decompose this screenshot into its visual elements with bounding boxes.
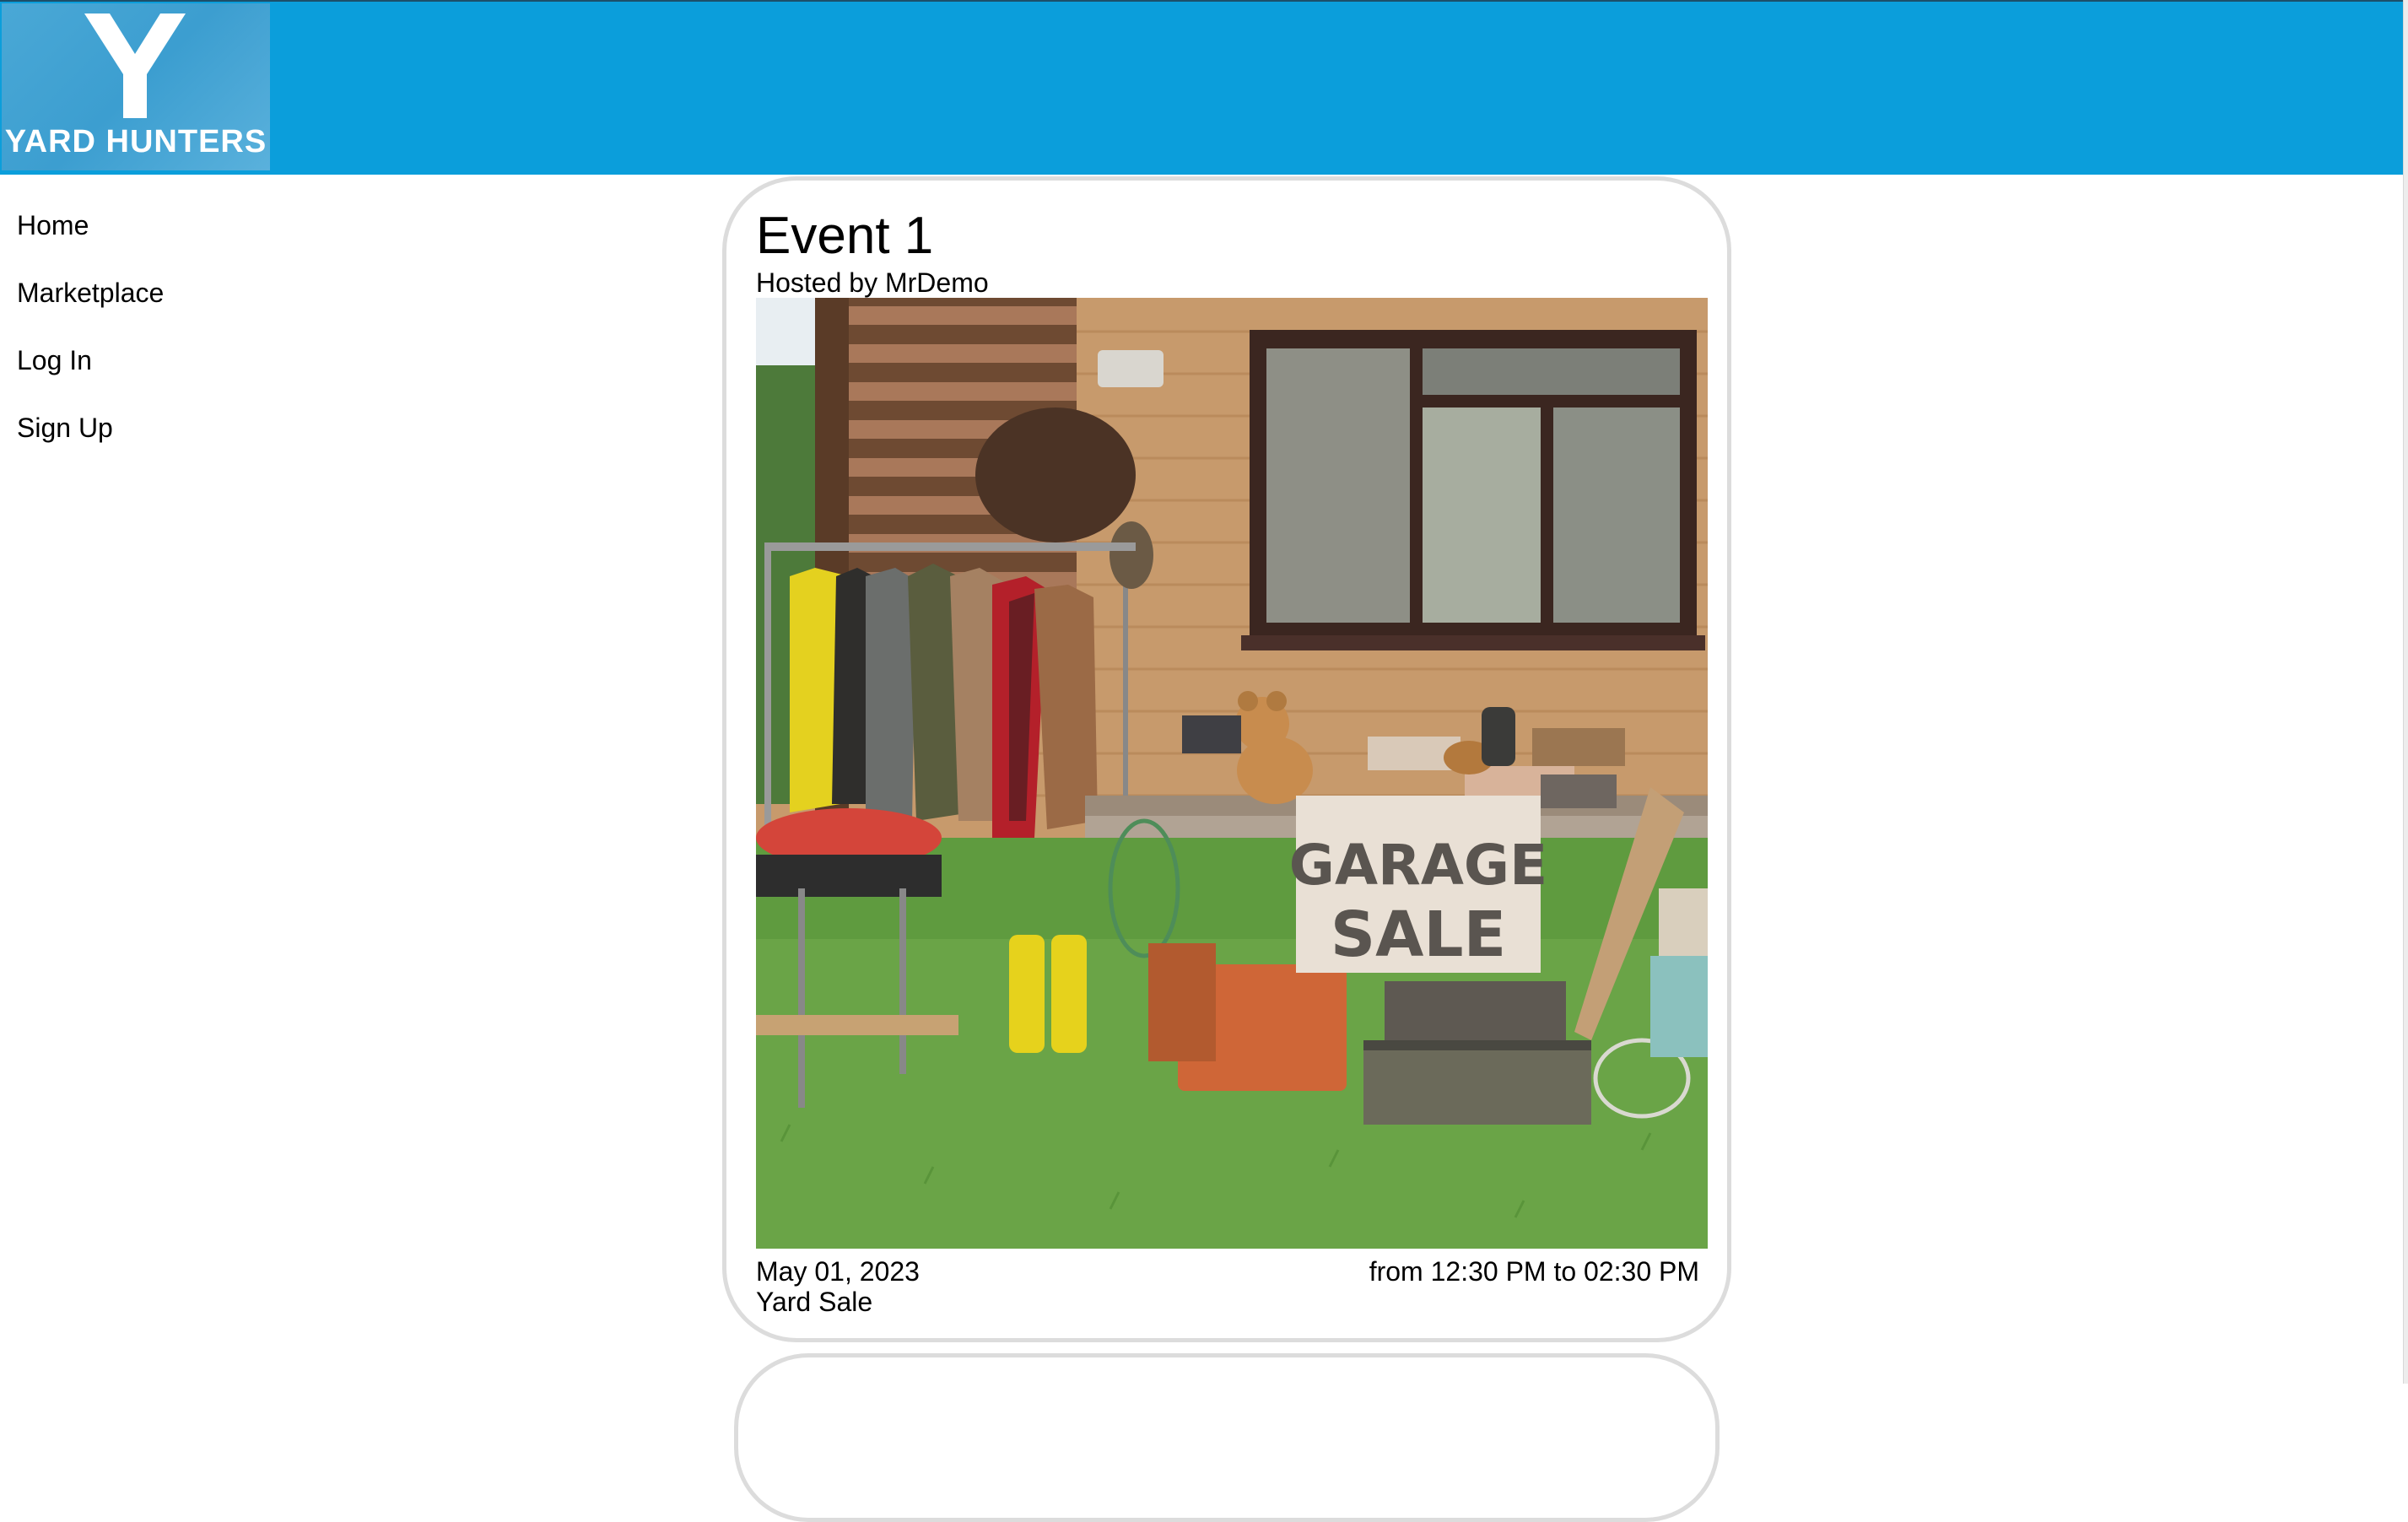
y-logo-icon [84,13,186,118]
event-photo: GARAGE SALE [756,298,1708,1249]
nav-marketplace-link[interactable]: Marketplace [0,259,321,327]
nav-signup-link[interactable]: Sign Up [0,394,321,461]
event-host: Hosted by MrDemo [756,267,989,298]
yard-hunters-logo[interactable]: YARD HUNTERS [2,3,270,170]
event-card[interactable]: Event 1 Hosted by MrDemo GARAGE SALE May… [722,176,1731,1342]
event-title: Event 1 [756,207,934,265]
garage-sale-sign-text: GARAGE [1289,833,1547,898]
event-card-next[interactable] [734,1353,1720,1522]
event-date: May 01, 2023 [756,1256,920,1287]
site-header: YARD HUNTERS [0,0,2403,175]
event-time: from 12:30 PM to 02:30 PM [1369,1256,1699,1287]
event-type: Yard Sale [756,1287,873,1317]
svg-text:SALE: SALE [1331,899,1506,971]
nav-login-link[interactable]: Log In [0,327,321,394]
garage-sale-image: GARAGE SALE [756,298,1708,1249]
scrollbar[interactable] [2403,0,2408,1384]
nav-home-link[interactable]: Home [0,192,321,259]
sidebar-nav: Home Marketplace Log In Sign Up [0,192,321,461]
logo-text: YARD HUNTERS [4,124,267,159]
